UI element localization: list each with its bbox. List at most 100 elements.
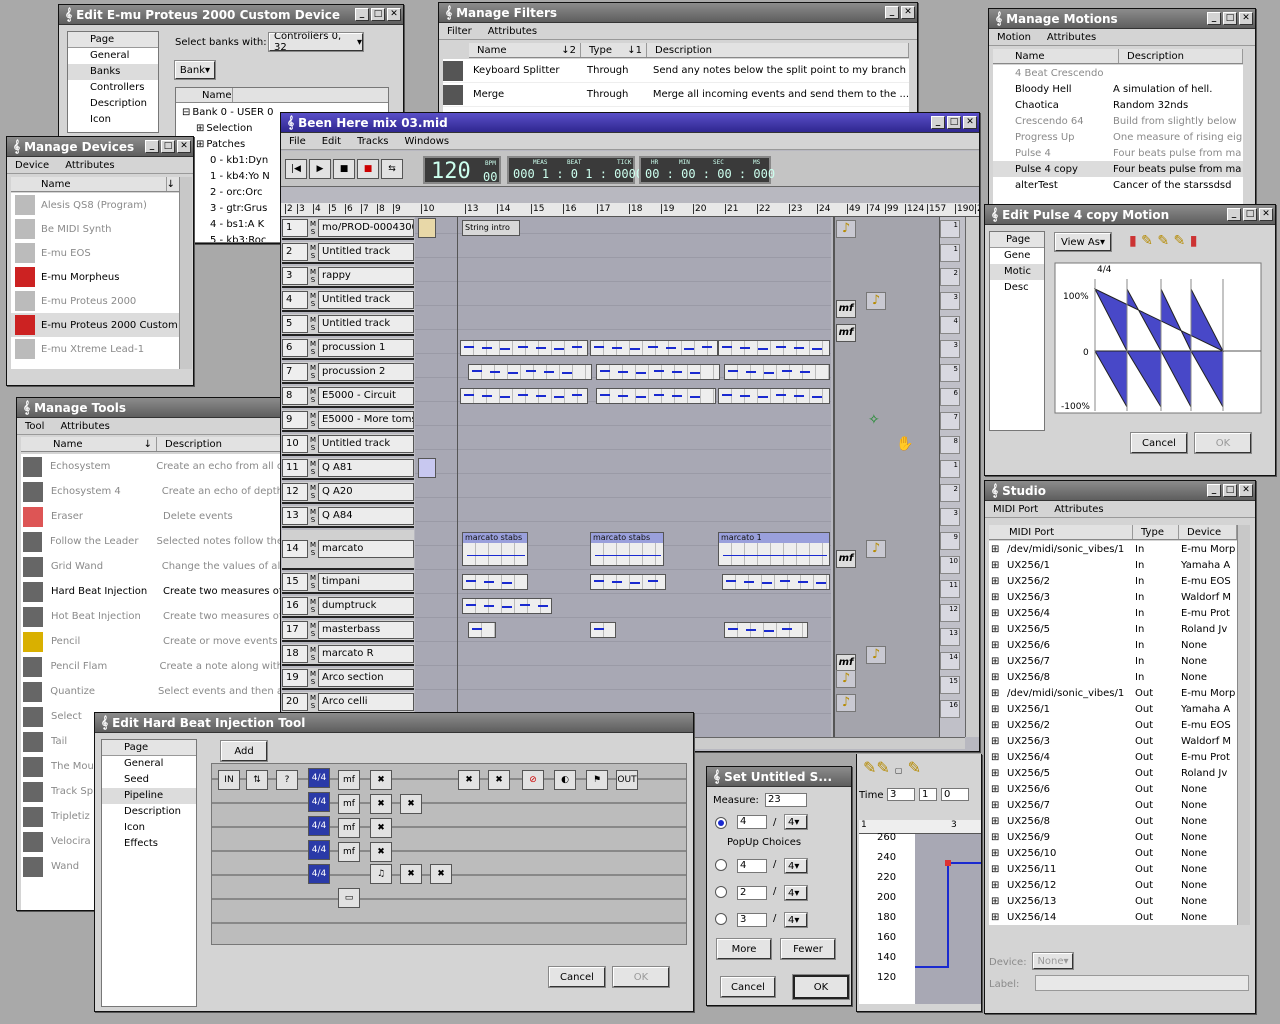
page-motion[interactable]: Motic: [990, 264, 1044, 280]
note-event[interactable]: [518, 346, 528, 348]
choice-radio[interactable]: [715, 886, 727, 898]
note-event[interactable]: [723, 555, 827, 556]
dynamic-marking[interactable]: mf: [836, 300, 856, 318]
page-controllers[interactable]: Controllers: [68, 80, 158, 96]
title-bar[interactable]: 𝄞 Edit Hard Beat Injection Tool: [95, 713, 693, 733]
time-signature-icon[interactable]: 4/4: [308, 816, 330, 836]
lane-controller-icon[interactable]: 2: [940, 484, 960, 502]
lane-controller-icon[interactable]: 9: [940, 532, 960, 550]
midi-clip[interactable]: [724, 364, 830, 380]
track-name[interactable]: Untitled track: [318, 435, 414, 453]
note-event[interactable]: [538, 605, 548, 607]
out-node-icon[interactable]: OUT: [616, 770, 638, 790]
mute-solo-buttons[interactable]: MS: [308, 292, 318, 308]
track-header[interactable]: 4 M S Untitled track: [282, 290, 414, 312]
note-event[interactable]: [482, 347, 492, 349]
lane-controller-icon[interactable]: 13: [940, 628, 960, 646]
wand-icon[interactable]: ✧: [868, 412, 880, 428]
motion-row[interactable]: alterTest Cancer of the starssdsd: [993, 177, 1243, 193]
expand-icon[interactable]: ⊞: [989, 768, 1007, 779]
note-event[interactable]: [594, 580, 604, 582]
menu-attributes[interactable]: Attributes: [1054, 504, 1103, 515]
lane-controller-icon[interactable]: 3: [940, 508, 960, 526]
page-description[interactable]: Description: [102, 804, 196, 820]
note-event[interactable]: [690, 372, 700, 374]
description-column-header[interactable]: Description: [1119, 49, 1243, 63]
time-signature-icon[interactable]: 4/4: [308, 768, 330, 788]
measure-ruler[interactable]: 2 3 4 5 6 7 8 9 10 13 14 15 16 17 18 19 20 21 22 23 24 49 74 99…: [281, 203, 979, 217]
device-row[interactable]: E-mu Morpheus: [11, 265, 179, 289]
device-popup[interactable]: None ▾: [1032, 952, 1074, 970]
track-name[interactable]: Q A84: [318, 507, 414, 525]
close-icon[interactable]: ✕: [1259, 208, 1273, 221]
device-row[interactable]: E-mu Proteus 2000: [11, 289, 179, 313]
note-event[interactable]: [526, 370, 536, 372]
note-event[interactable]: [722, 394, 732, 396]
close-icon[interactable]: ✕: [387, 8, 401, 21]
motion-row[interactable]: Crescendo 64 Build from slightly below: [993, 113, 1243, 129]
choice-denominator-popup[interactable]: 4 ▾: [784, 858, 808, 874]
bell-icon[interactable]: ♪: [866, 540, 886, 558]
dynamics-icon[interactable]: mf: [338, 794, 360, 814]
note-event[interactable]: [782, 628, 792, 630]
menu-filter[interactable]: Filter: [447, 26, 472, 37]
tool-row[interactable]: Echosystem Create an echo from all o: [21, 454, 281, 479]
fewer-button[interactable]: Fewer: [780, 938, 836, 960]
note-event[interactable]: [482, 395, 492, 397]
track-header[interactable]: 5 M S Untitled track: [282, 314, 414, 336]
midi-port-row[interactable]: ⊞ UX256/5 Out Roland Jv: [989, 765, 1237, 781]
note-event[interactable]: [554, 348, 564, 350]
close-icon[interactable]: ✕: [963, 116, 977, 129]
tool-row[interactable]: Hard Beat Injection Create two measures o…: [21, 579, 281, 604]
play-icon[interactable]: ▶: [309, 159, 331, 179]
note-event[interactable]: [500, 348, 510, 350]
note-event[interactable]: [484, 605, 494, 607]
expand-icon[interactable]: ⊞: [989, 880, 1007, 891]
name-column-header[interactable]: Name: [993, 49, 1119, 63]
midi-clip[interactable]: [460, 340, 588, 356]
mute-solo-buttons[interactable]: MS: [308, 244, 318, 260]
minimize-icon[interactable]: _: [931, 116, 945, 129]
track-header[interactable]: 9 M S E5000 - More toms: [282, 410, 414, 432]
choice-radio[interactable]: [715, 913, 727, 925]
midi-port-row[interactable]: ⊞ UX256/6 Out None: [989, 781, 1237, 797]
midi-port-row[interactable]: ⊞ UX256/14 Out None: [989, 909, 1237, 925]
choice-denominator-popup[interactable]: 4 ▾: [784, 912, 808, 928]
eraser-icon[interactable]: ▮: [1190, 233, 1198, 249]
expand-icon[interactable]: ⊞: [989, 896, 1007, 907]
cancel-button[interactable]: Cancel: [720, 976, 776, 998]
bank-button[interactable]: Bank ▾: [174, 60, 216, 80]
expand-icon[interactable]: ⊞: [989, 800, 1007, 811]
mute-solo-buttons[interactable]: MS: [308, 541, 318, 557]
note-event[interactable]: [518, 394, 528, 396]
track-name[interactable]: E5000 - Circuit: [318, 387, 414, 405]
note-event[interactable]: [654, 370, 664, 372]
menu-tool[interactable]: Tool: [25, 421, 44, 432]
eraser-icon[interactable]: ▮: [1129, 233, 1137, 249]
condition-icon[interactable]: ?: [276, 770, 298, 790]
note-event[interactable]: [672, 395, 682, 397]
note-event[interactable]: [464, 346, 474, 348]
choice-numerator-field[interactable]: 2: [737, 886, 767, 900]
track-name[interactable]: Untitled track: [318, 315, 414, 333]
note-event[interactable]: [500, 396, 510, 398]
title-bar[interactable]: 𝄞 Studio _ □ ✕: [985, 481, 1255, 501]
note-event[interactable]: [520, 604, 530, 606]
midi-port-row[interactable]: ⊞ UX256/7 Out None: [989, 797, 1237, 813]
page-pipeline[interactable]: Pipeline: [102, 788, 196, 804]
note-event[interactable]: [764, 630, 774, 632]
midi-clip[interactable]: [590, 622, 616, 638]
midi-clip[interactable]: [468, 364, 592, 380]
sword-icon[interactable]: ✖: [430, 864, 452, 884]
note-event[interactable]: [800, 371, 810, 373]
note-event[interactable]: [746, 629, 756, 631]
track-name[interactable]: rappy: [318, 267, 414, 285]
dynamics-icon[interactable]: mf: [338, 770, 360, 790]
midi-port-row[interactable]: ⊞ UX256/2 Out E-mu EOS: [989, 717, 1237, 733]
note-event[interactable]: [798, 581, 808, 583]
track-header[interactable]: 14 M Smarcato: [282, 530, 414, 570]
pulse-motion-graph[interactable]: 4/4 100% 0 -100%: [1051, 261, 1265, 417]
note-event[interactable]: [536, 347, 546, 349]
device-row[interactable]: E-mu Xtreme Lead-1: [11, 337, 179, 361]
note-event[interactable]: [690, 396, 700, 398]
